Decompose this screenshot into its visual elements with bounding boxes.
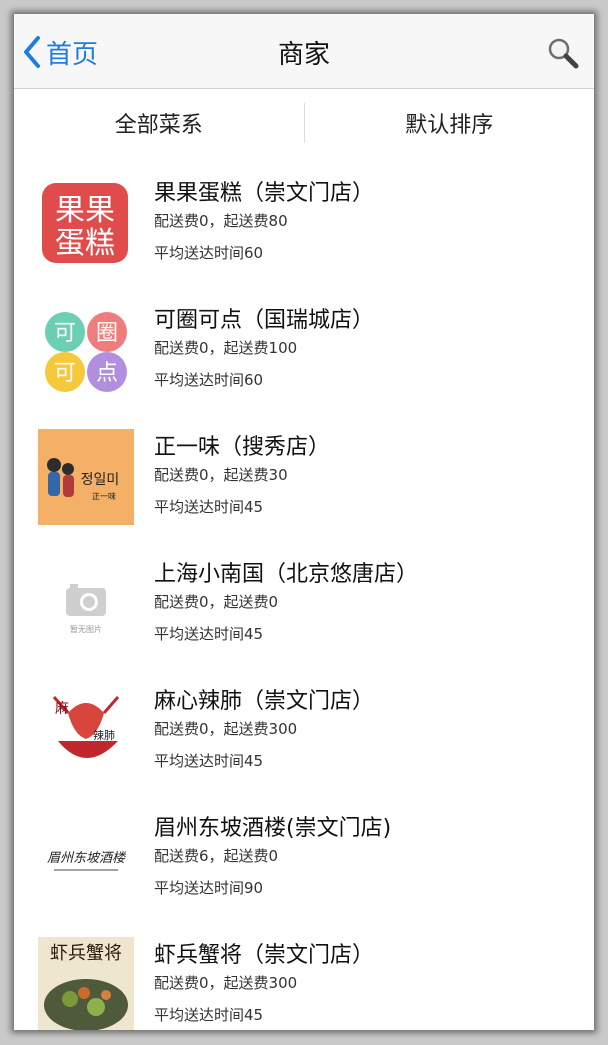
shop-item[interactable]: 暂无图片 上海小南国（北京悠唐店） 配送费0，起送费0 平均送达时间45 xyxy=(14,538,594,665)
filter-bar: 全部菜系 默认排序 xyxy=(14,89,594,157)
search-icon xyxy=(548,38,579,69)
svg-text:麻: 麻 xyxy=(55,701,69,717)
navigation-bar: 首页 商家 xyxy=(14,14,594,89)
shop-item[interactable]: 眉州东坡酒楼 眉州东坡酒楼(崇文门店) 配送费6，起送费0 平均送达时间90 xyxy=(14,792,594,919)
svg-text:辣肺: 辣肺 xyxy=(93,728,115,742)
svg-text:果果: 果果 xyxy=(55,193,115,228)
svg-text:点: 点 xyxy=(96,361,118,386)
shop-fee: 配送费0，起送费30 xyxy=(154,466,288,484)
shop-name: 果果蛋糕（崇文门店） xyxy=(154,181,375,206)
shop-fee: 配送费0，起送费80 xyxy=(154,212,288,230)
cake-logo: 果果 蛋糕 xyxy=(38,175,134,271)
shop-fee: 配送费0，起送费300 xyxy=(154,974,298,992)
phone-screen: 首页 商家 全部菜系 默认排序 果果 蛋糕 果果蛋糕（崇文门店） 配送费0，起送… xyxy=(14,14,594,1030)
dots-logo: 可 圈 可 点 xyxy=(38,302,134,398)
shop-item[interactable]: 可 圈 可 点 可圈可点（国瑞城店） 配送费0，起送费100 平均送达时间60 xyxy=(14,284,594,411)
shop-delivery-time: 平均送达时间45 xyxy=(154,752,264,770)
shop-name: 虾兵蟹将（崇文门店） xyxy=(154,943,375,968)
shop-name: 上海小南国（北京悠唐店） xyxy=(154,562,419,587)
shop-fee: 配送费0，起送费0 xyxy=(154,593,279,611)
search-button[interactable] xyxy=(546,36,580,70)
shop-item[interactable]: 果果 蛋糕 果果蛋糕（崇文门店） 配送费0，起送费80 平均送达时间60 xyxy=(14,157,594,284)
shop-name: 眉州东坡酒楼(崇文门店) xyxy=(154,816,392,841)
shop-name: 可圈可点（国瑞城店） xyxy=(154,308,375,333)
shop-delivery-time: 平均送达时间45 xyxy=(154,498,264,516)
shop-fee: 配送费0，起送费100 xyxy=(154,339,298,357)
shop-item[interactable]: 정일미 正一味 正一味（搜秀店） 配送费0，起送费30 平均送达时间45 xyxy=(14,411,594,538)
shop-name: 正一味（搜秀店） xyxy=(154,435,331,460)
svg-text:正一味: 正一味 xyxy=(92,491,116,501)
svg-text:暂无图片: 暂无图片 xyxy=(70,624,102,634)
lobster-logo: 麻 辣肺 xyxy=(38,683,134,779)
svg-text:蛋糕: 蛋糕 xyxy=(55,226,115,261)
svg-text:圈: 圈 xyxy=(96,321,118,346)
svg-text:可: 可 xyxy=(54,361,76,386)
seafood-dish-photo: 虾兵蟹将 xyxy=(38,937,134,1030)
shop-name: 麻心辣肺（崇文门店） xyxy=(154,689,375,714)
shop-list: 果果 蛋糕 果果蛋糕（崇文门店） 配送费0，起送费80 平均送达时间60 可 圈… xyxy=(14,157,594,1030)
svg-text:정일미: 정일미 xyxy=(81,472,120,488)
svg-text:虾兵蟹将: 虾兵蟹将 xyxy=(50,943,122,964)
shop-delivery-time: 平均送达时间60 xyxy=(154,244,264,262)
svg-text:眉州东坡酒楼: 眉州东坡酒楼 xyxy=(47,851,127,866)
restaurant-logo: 정일미 正一味 xyxy=(38,429,134,525)
shop-delivery-time: 平均送达时间45 xyxy=(154,1006,264,1024)
camera-placeholder-icon: 暂无图片 xyxy=(38,556,134,652)
page-title: 商家 xyxy=(277,40,330,70)
shop-delivery-time: 平均送达时间90 xyxy=(154,879,264,897)
sort-filter[interactable]: 默认排序 xyxy=(305,89,595,157)
shop-fee: 配送费0，起送费300 xyxy=(154,720,298,738)
calligraphy-logo: 眉州东坡酒楼 xyxy=(38,810,134,906)
shop-fee: 配送费6，起送费0 xyxy=(154,847,279,865)
shop-delivery-time: 平均送达时间60 xyxy=(154,371,264,389)
shop-delivery-time: 平均送达时间45 xyxy=(154,625,264,643)
cuisine-filter[interactable]: 全部菜系 xyxy=(14,89,304,157)
shop-item[interactable]: 麻 辣肺 麻心辣肺（崇文门店） 配送费0，起送费300 平均送达时间45 xyxy=(14,665,594,792)
shop-item[interactable]: 虾兵蟹将 虾兵蟹将（崇文门店） 配送费0，起送费300 平均送达时间45 xyxy=(14,919,594,1030)
svg-text:可: 可 xyxy=(54,321,76,346)
